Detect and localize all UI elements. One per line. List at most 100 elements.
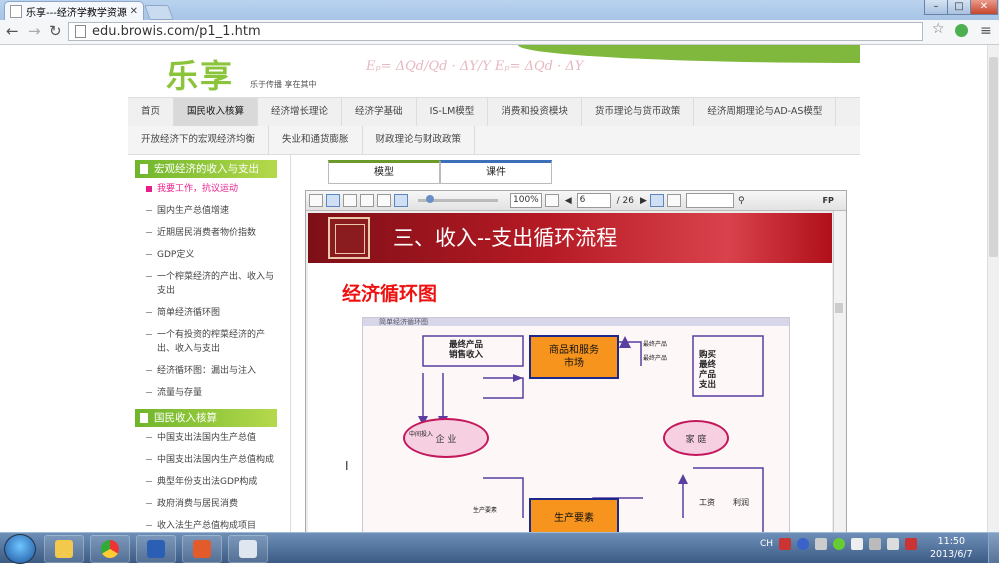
nav-item-1[interactable]: 国民收入核算 xyxy=(174,98,259,126)
sidebar-link[interactable]: 近期居民消费者物价指数 xyxy=(146,222,286,244)
fit-width-icon[interactable] xyxy=(377,194,391,207)
forward-icon[interactable]: → xyxy=(28,22,41,40)
reload-icon[interactable]: ↻ xyxy=(49,22,62,40)
nav-item-row2-0[interactable]: 开放经济下的宏观经济均衡 xyxy=(128,126,270,154)
browser-tab[interactable]: 乐享---经济学教学资源平 ✕ xyxy=(4,1,144,20)
content-tabs: 模型 课件 xyxy=(328,160,552,184)
back-icon[interactable]: ← xyxy=(6,22,19,40)
maximize-button[interactable]: □ xyxy=(947,0,971,15)
single-page-icon[interactable] xyxy=(326,194,340,207)
security-icon[interactable] xyxy=(833,538,846,550)
bullet-icon xyxy=(146,185,152,192)
next-page-icon[interactable]: ▶ xyxy=(640,196,647,206)
page-number-field[interactable]: 6 xyxy=(576,193,611,208)
nav-item-row2-1[interactable]: 失业和通货膨胀 xyxy=(269,126,363,154)
taskbar-app[interactable] xyxy=(182,535,222,563)
close-window-button[interactable]: ✕ xyxy=(970,0,998,15)
sidebar-link[interactable]: 经济循环图：漏出与注入 xyxy=(146,360,286,382)
print-icon[interactable] xyxy=(309,194,323,207)
nav-item-2[interactable]: 经济增长理论 xyxy=(258,98,343,126)
slide-heading: 经济循环图 xyxy=(342,283,438,305)
sidebar-link[interactable]: 中国支出法国内生产总值 xyxy=(146,427,286,449)
battery-icon[interactable] xyxy=(869,538,882,550)
input-method-icon[interactable] xyxy=(779,538,792,550)
sidebar-link[interactable]: 一个有投资的榨菜经济的产出、收入与支出 xyxy=(146,324,286,360)
volume-icon[interactable] xyxy=(905,538,918,550)
bookmark-star-icon[interactable]: ☆ xyxy=(932,21,945,37)
nav-item-0[interactable]: 首页 xyxy=(128,98,175,126)
viewer-scroll-thumb[interactable] xyxy=(835,303,843,313)
sidebar-link[interactable]: 流量与存量 xyxy=(146,382,286,404)
address-bar[interactable]: edu.browis.com/p1_1.htm xyxy=(68,22,923,41)
nav-item-7[interactable]: 经济周期理论与AD-AS模型 xyxy=(694,98,837,126)
clock[interactable]: 11:50 2013/6/7 xyxy=(930,535,973,561)
sales-revenue-label: 最终产品 销售收入 xyxy=(449,340,484,360)
zoom-slider[interactable] xyxy=(418,195,498,203)
prev-page-icon[interactable]: ◀ xyxy=(565,196,572,206)
sidebar-link[interactable]: 我要工作，抗议运动 xyxy=(146,178,286,200)
signal-icon[interactable] xyxy=(887,538,900,550)
close-tab-icon[interactable]: ✕ xyxy=(130,6,138,17)
fullscreen-icon[interactable] xyxy=(544,194,559,207)
page-scrollbar[interactable] xyxy=(987,45,999,532)
grid-view-icon[interactable] xyxy=(360,194,374,207)
dash-icon xyxy=(146,437,152,438)
new-tab-button[interactable] xyxy=(144,5,174,20)
nav-item-4[interactable]: IS-LM模型 xyxy=(417,98,489,126)
viewer-scrollbar[interactable] xyxy=(833,211,845,532)
dash-icon xyxy=(146,254,152,255)
sidebar-link-label: 流量与存量 xyxy=(157,388,203,398)
minimize-button[interactable]: – xyxy=(924,0,948,15)
sidebar-link[interactable]: 一个榨菜经济的产出、收入与支出 xyxy=(146,266,286,302)
sidebar-section-gdp[interactable]: 国民收入核算 xyxy=(135,409,277,427)
chrome-menu-icon[interactable]: ≡ xyxy=(980,23,992,39)
sidebar-link[interactable]: 简单经济循环图 xyxy=(146,302,286,324)
fit-page-icon[interactable] xyxy=(394,194,408,207)
two-page-icon[interactable] xyxy=(343,194,357,207)
nav-item-3[interactable]: 经济学基础 xyxy=(342,98,417,126)
show-desktop-button[interactable] xyxy=(988,533,999,563)
main-nav-row2: 开放经济下的宏观经济均衡 失业和通货膨胀 财政理论与财政政策 xyxy=(128,126,860,155)
header-formula: Eₚ= ΔQd/Qd · ΔY/Y Eₚ= ΔQd · ΔY xyxy=(366,59,584,74)
network-icon[interactable] xyxy=(851,538,864,550)
sidebar-link[interactable]: GDP定义 xyxy=(146,244,286,266)
zoom-field[interactable]: 100% xyxy=(510,193,542,208)
final-expenditure-label: 购买 最终 产品 支出 xyxy=(699,350,717,390)
sidebar-link[interactable]: 收入法生产总值构成项目 xyxy=(146,515,286,532)
dash-icon xyxy=(146,503,152,504)
site-logo[interactable]: 乐享 xyxy=(166,51,234,97)
help-icon[interactable] xyxy=(797,538,810,550)
zoom-slider-knob[interactable] xyxy=(426,195,434,203)
wage-label: 工资 xyxy=(699,498,715,507)
select-text-icon[interactable] xyxy=(649,194,664,207)
dash-icon xyxy=(146,276,152,277)
document-icon xyxy=(140,413,148,423)
extension-icon[interactable] xyxy=(955,24,968,37)
search-icon[interactable]: ⚲ xyxy=(738,196,745,206)
nav-item-6[interactable]: 货币理论与货币政策 xyxy=(582,98,695,126)
taskbar-word[interactable] xyxy=(136,535,176,563)
sidebar-link[interactable]: 中国支出法国内生产总值构成 xyxy=(146,449,286,471)
clock-date: 2013/6/7 xyxy=(930,549,973,560)
tab-courseware[interactable]: 课件 xyxy=(440,160,552,184)
sidebar-link[interactable]: 典型年份支出法GDP构成 xyxy=(146,471,286,493)
nav-item-row2-2[interactable]: 财政理论与财政政策 xyxy=(363,126,476,154)
sidebar-section-macro[interactable]: 宏观经济的收入与支出 xyxy=(135,160,277,178)
dash-icon xyxy=(146,312,152,313)
windows-taskbar: CH 11:50 2013/6/7 xyxy=(0,532,999,564)
dash-icon xyxy=(146,392,152,393)
start-button[interactable] xyxy=(4,534,36,564)
search-field[interactable] xyxy=(685,193,734,208)
page-scroll-thumb[interactable] xyxy=(989,57,998,257)
language-indicator[interactable]: CH xyxy=(760,539,773,549)
taskbar-snipping[interactable] xyxy=(228,535,268,563)
sidebar-link[interactable]: 政府消费与居民消费 xyxy=(146,493,286,515)
text-cursor-icon: I xyxy=(345,459,349,473)
taskbar-explorer[interactable] xyxy=(44,535,84,563)
tray-arrow-icon[interactable] xyxy=(815,538,828,550)
sidebar-link[interactable]: 国内生产总值增速 xyxy=(146,200,286,222)
hand-tool-icon[interactable] xyxy=(666,194,681,207)
tab-model[interactable]: 模型 xyxy=(328,160,440,184)
nav-item-5[interactable]: 消费和投资模块 xyxy=(488,98,582,126)
taskbar-chrome[interactable] xyxy=(90,535,130,563)
